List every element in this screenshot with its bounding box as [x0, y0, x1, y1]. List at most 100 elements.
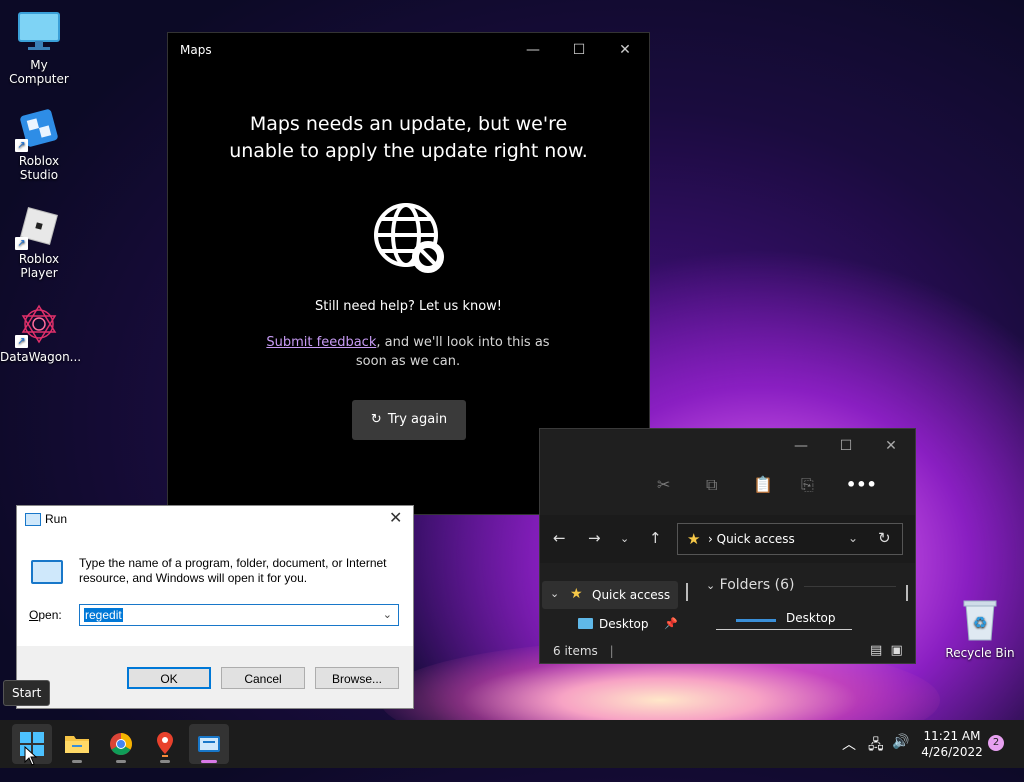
- navigation-bar: ← → ⌄ ↑ ★ › Quick access ⌄ ↻: [540, 515, 915, 563]
- address-text: › Quick access: [708, 532, 795, 546]
- desktop-icon-label: DataWagon...: [0, 350, 82, 364]
- details-view-icon[interactable]: ▤: [870, 643, 882, 658]
- forward-icon[interactable]: →: [588, 529, 601, 547]
- volume-icon[interactable]: 🔊: [892, 734, 909, 782]
- running-indicator: [72, 760, 82, 763]
- desktop-folder-icon: [736, 619, 776, 622]
- pin-icon: 📌: [664, 617, 678, 630]
- taskbar-run[interactable]: [189, 724, 229, 764]
- error-heading-line1: Maps needs an update, but we're: [249, 113, 568, 135]
- try-again-button[interactable]: ↻ Try again: [352, 400, 466, 440]
- notification-badge[interactable]: 2: [988, 735, 1004, 751]
- dialog-title: Run: [45, 512, 68, 526]
- refresh-icon: ↻: [370, 412, 382, 427]
- maximize-button[interactable]: ☐: [568, 39, 590, 61]
- submit-feedback-link[interactable]: Submit feedback: [266, 335, 376, 350]
- globe-blocked-icon: [372, 201, 446, 275]
- open-label: Open:: [29, 608, 62, 622]
- desktop-icon-roblox-player[interactable]: ↗ Roblox Player: [0, 204, 78, 280]
- chevron-down-icon: ⌄: [706, 579, 716, 592]
- nav-item-label: Quick access: [592, 588, 671, 602]
- star-icon: ★: [687, 530, 701, 548]
- map-pin-icon: [157, 732, 173, 757]
- status-item-count: 6 items |: [553, 644, 614, 658]
- try-again-label: Try again: [387, 412, 448, 427]
- network-icon[interactable]: 🖧: [868, 734, 884, 782]
- paste-icon[interactable]: 📋: [753, 475, 773, 494]
- up-icon[interactable]: ↑: [649, 529, 662, 547]
- recycle-bin-icon: ♻: [960, 598, 1000, 642]
- feedback-rest: , and we'll look into this as soon as we…: [355, 335, 550, 369]
- folders-heading: Folders (6): [719, 577, 795, 593]
- cancel-button[interactable]: Cancel: [221, 667, 305, 689]
- recent-locations-icon[interactable]: ⌄: [620, 532, 629, 545]
- refresh-icon[interactable]: ↻: [878, 529, 891, 547]
- copy-icon[interactable]: ⧉: [706, 475, 717, 495]
- file-explorer-window: — ☐ ✕ ✂ ⧉ 📋 ⎘ ••• ← → ⌄ ↑ ★ › Quick acce…: [539, 428, 916, 664]
- desktop-folder-icon: [578, 618, 593, 629]
- close-button[interactable]: ✕: [880, 435, 902, 457]
- chevron-down-icon[interactable]: ⌄: [383, 608, 392, 621]
- taskbar-maps[interactable]: [145, 724, 185, 764]
- nav-item-desktop[interactable]: Desktop: [578, 617, 649, 631]
- roblox-studio-icon: ↗: [15, 106, 61, 152]
- desktop-icon-label: Roblox Player: [18, 252, 60, 280]
- nav-item-label: Desktop: [599, 617, 649, 631]
- rename-icon[interactable]: ⎘: [801, 475, 814, 495]
- browse-button[interactable]: Browse...: [315, 667, 399, 689]
- tiles-view-icon[interactable]: ▣: [890, 643, 902, 658]
- nav-item-quick-access[interactable]: ⌄ ★ Quick access: [542, 581, 678, 609]
- chevron-down-icon[interactable]: ⌄: [848, 531, 858, 545]
- run-description: Type the name of a program, folder, docu…: [79, 556, 387, 585]
- folder-icon: [65, 736, 89, 753]
- help-text: Still need help? Let us know!: [314, 299, 503, 314]
- address-bar[interactable]: ★ › Quick access ⌄ ↻: [677, 523, 903, 555]
- running-indicator: [160, 760, 170, 763]
- monitor-icon: [17, 10, 61, 54]
- run-icon: [31, 560, 63, 584]
- mouse-cursor-icon: [24, 746, 38, 766]
- chevron-down-icon[interactable]: ⌄: [550, 587, 559, 600]
- shortcut-arrow-icon: ↗: [15, 139, 28, 152]
- taskbar: ︿ 🖧 🔊 11:21 AM 4/26/2022: [0, 720, 1024, 768]
- taskbar-file-explorer[interactable]: [57, 724, 97, 764]
- running-indicator: [201, 760, 217, 763]
- desktop-icon-recycle-bin[interactable]: ♻ Recycle Bin: [940, 598, 1020, 660]
- close-button[interactable]: ✕: [389, 508, 402, 528]
- cut-icon[interactable]: ✂: [657, 475, 670, 494]
- close-button[interactable]: ✕: [614, 39, 636, 61]
- minimize-button[interactable]: —: [522, 39, 544, 61]
- chrome-icon: [110, 733, 132, 755]
- command-bar: ✂ ⧉ 📋 ⎘ •••: [540, 467, 915, 507]
- ok-button[interactable]: OK: [127, 667, 211, 689]
- navigation-pane: ⌄ ★ Quick access Desktop 📌: [540, 563, 690, 641]
- scrollbar[interactable]: [906, 585, 908, 601]
- section-divider: [804, 586, 896, 587]
- shortcut-arrow-icon: ↗: [15, 335, 28, 348]
- run-dialog: Run ✕ Type the name of a program, folder…: [16, 505, 414, 709]
- start-button[interactable]: [12, 724, 52, 766]
- clock-time: 11:21 AM: [923, 729, 981, 743]
- clock[interactable]: 11:21 AM 4/26/2022: [920, 728, 984, 760]
- chevron-up-icon[interactable]: ︿: [842, 734, 856, 782]
- clock-date: 4/26/2022: [921, 745, 983, 759]
- desktop-icon-roblox-studio[interactable]: ↗ Roblox Studio: [0, 106, 78, 182]
- more-options-icon[interactable]: •••: [846, 475, 877, 494]
- running-indicator: [116, 760, 126, 763]
- error-heading: Maps needs an update, but we're unable t…: [168, 111, 649, 165]
- desktop-icon-datawagon[interactable]: ↗ DataWagon...: [0, 302, 82, 364]
- window-title: Maps: [180, 43, 212, 57]
- open-input[interactable]: regedit ⌄: [79, 604, 399, 626]
- desktop-icon-my-computer[interactable]: My Computer: [0, 10, 78, 86]
- desktop-icon-label: Roblox Studio: [18, 154, 60, 182]
- taskbar-chrome[interactable]: [101, 724, 141, 764]
- error-heading-line2: unable to apply the update right now.: [229, 140, 588, 162]
- selection-line: [716, 629, 852, 630]
- folder-item-desktop[interactable]: Desktop: [786, 611, 836, 625]
- pane-splitter[interactable]: [686, 583, 688, 601]
- maximize-button[interactable]: ☐: [835, 435, 857, 457]
- desktop-icon-label: Recycle Bin: [945, 646, 1015, 660]
- folders-section-header[interactable]: ⌄ Folders (6): [706, 577, 896, 593]
- back-icon[interactable]: ←: [553, 529, 566, 547]
- minimize-button[interactable]: —: [790, 435, 812, 457]
